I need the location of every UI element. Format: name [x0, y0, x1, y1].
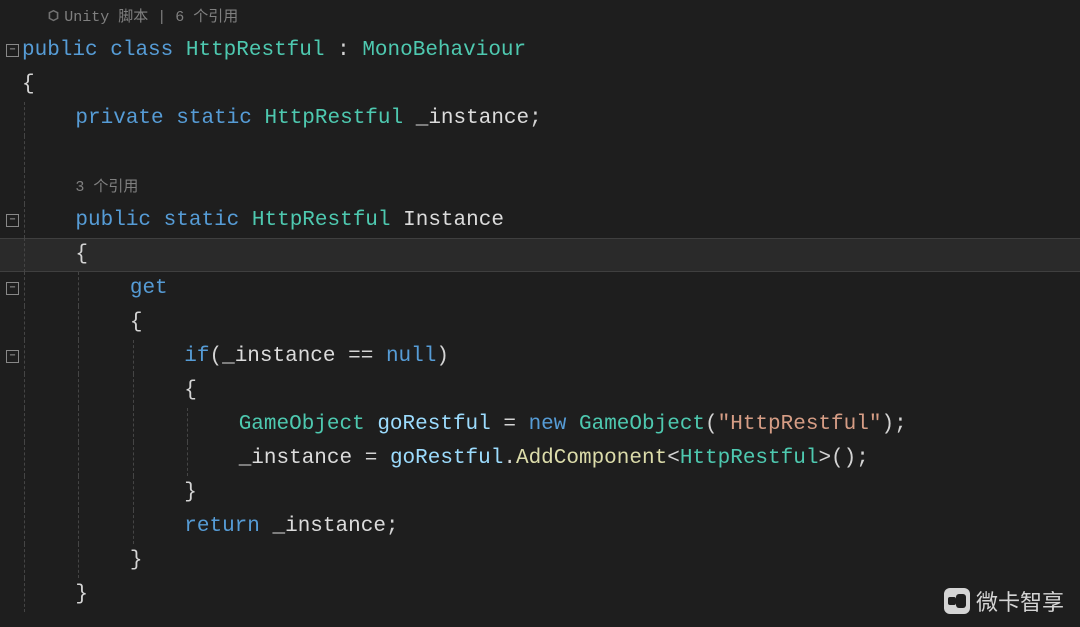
code-line[interactable]: {	[22, 238, 1080, 272]
fold-toggle-icon[interactable]: −	[6, 282, 19, 295]
codelens-line[interactable]: Unity 脚本 | 6 个引用	[22, 0, 1080, 34]
watermark-text: 微卡智享	[976, 585, 1064, 617]
fold-toggle-icon[interactable]: −	[6, 44, 19, 57]
code-line[interactable]: {	[22, 306, 1080, 340]
codelens-line[interactable]: 3 个引用	[22, 170, 1080, 204]
codelens-text: Unity 脚本 |	[64, 9, 175, 26]
fold-toggle-icon[interactable]: −	[6, 214, 19, 227]
watermark: 微卡智享	[944, 585, 1064, 617]
code-line[interactable]	[22, 136, 1080, 170]
code-line[interactable]: public class HttpRestful : MonoBehaviour	[22, 34, 1080, 68]
fold-gutter: − − − −	[0, 0, 22, 627]
unity-icon	[47, 2, 60, 15]
code-line[interactable]: public static HttpRestful Instance	[22, 204, 1080, 238]
fold-toggle-icon[interactable]: −	[6, 350, 19, 363]
code-line[interactable]: get	[22, 272, 1080, 306]
code-editor[interactable]: − − − − Unity 脚本 | 6 个引用 public class Ht…	[0, 0, 1080, 627]
codelens-refs[interactable]: 6 个引用	[175, 9, 238, 26]
wechat-icon	[944, 588, 970, 614]
code-line[interactable]: }	[22, 544, 1080, 578]
code-line[interactable]: _instance = goRestful.AddComponent<HttpR…	[22, 442, 1080, 476]
code-line[interactable]: {	[22, 374, 1080, 408]
code-line[interactable]: if(_instance == null)	[22, 340, 1080, 374]
code-line[interactable]: private static HttpRestful _instance;	[22, 102, 1080, 136]
code-line[interactable]: return _instance;	[22, 510, 1080, 544]
code-line[interactable]: {	[22, 68, 1080, 102]
code-line[interactable]: }	[22, 476, 1080, 510]
code-line[interactable]: GameObject goRestful = new GameObject("H…	[22, 408, 1080, 442]
code-area[interactable]: Unity 脚本 | 6 个引用 public class HttpRestfu…	[22, 0, 1080, 612]
code-line[interactable]: }	[22, 578, 1080, 612]
codelens-refs[interactable]: 3 个引用	[75, 179, 138, 196]
